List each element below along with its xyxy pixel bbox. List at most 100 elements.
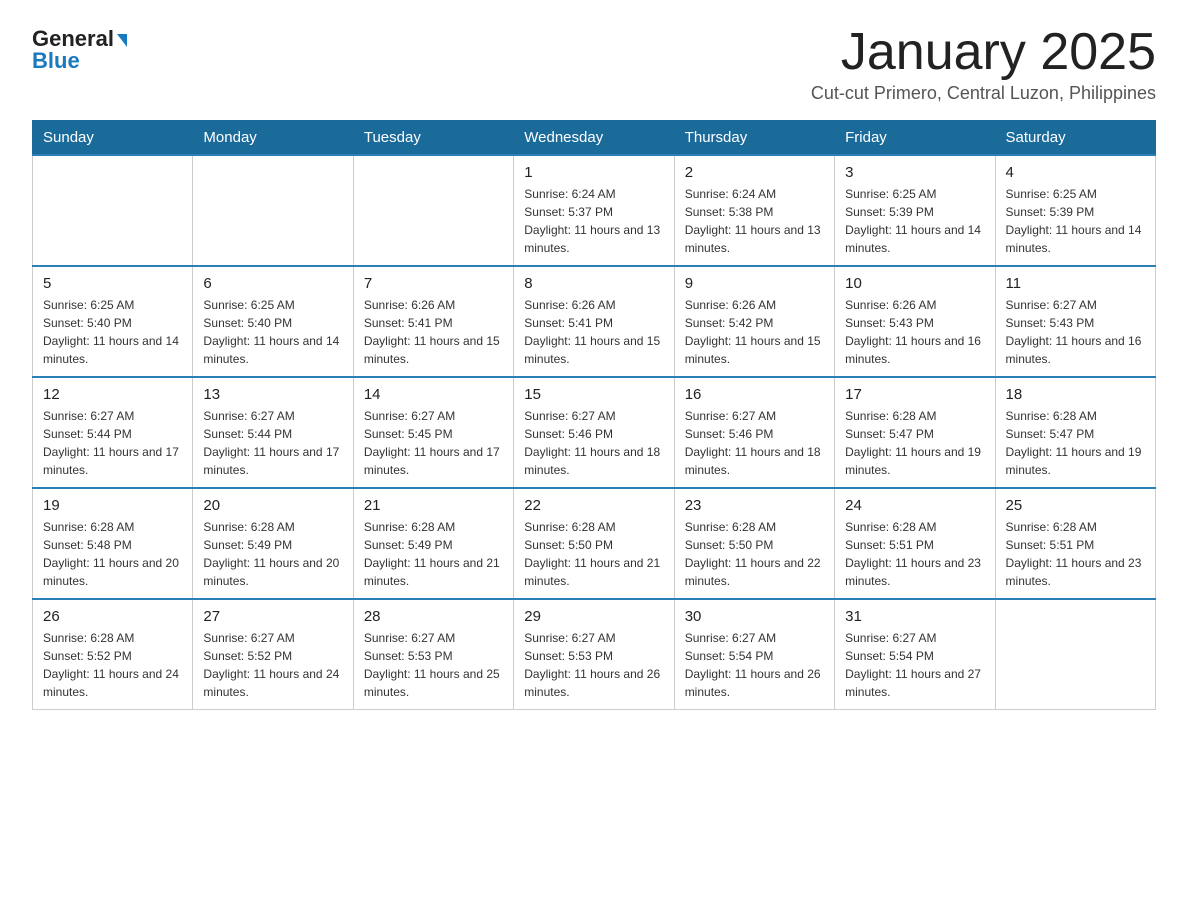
calendar-week-row: 12 Sunrise: 6:27 AMSunset: 5:44 PMDayligh… (33, 377, 1156, 488)
calendar-cell: 24Sunrise: 6:28 AMSunset: 5:51 PMDayligh… (835, 488, 995, 599)
day-info: Sunrise: 6:28 AMSunset: 5:50 PMDaylight:… (524, 518, 663, 590)
calendar-cell: 4 Sunrise: 6:25 AMSunset: 5:39 PMDaylight… (995, 155, 1155, 266)
day-info: Sunrise: 6:25 AMSunset: 5:40 PMDaylight:… (203, 296, 342, 368)
day-number: 18 (1006, 386, 1145, 403)
calendar-cell: 29 Sunrise: 6:27 AMSunset: 5:53 PMDayligh… (514, 599, 674, 710)
day-number: 12 (43, 386, 182, 403)
calendar-cell: 30 Sunrise: 6:27 AMSunset: 5:54 PMDayligh… (674, 599, 834, 710)
calendar-cell: 26Sunrise: 6:28 AMSunset: 5:52 PMDayligh… (33, 599, 193, 710)
calendar-cell: 5 Sunrise: 6:25 AMSunset: 5:40 PMDaylight… (33, 266, 193, 377)
calendar-week-row: 1 Sunrise: 6:24 AMSunset: 5:37 PMDaylight… (33, 155, 1156, 266)
calendar-week-row: 26Sunrise: 6:28 AMSunset: 5:52 PMDayligh… (33, 599, 1156, 710)
day-info: Sunrise: 6:24 AMSunset: 5:38 PMDaylight:… (685, 185, 824, 257)
day-number: 22 (524, 497, 663, 514)
calendar-cell: 31 Sunrise: 6:27 AMSunset: 5:54 PMDayligh… (835, 599, 995, 710)
day-info: Sunrise: 6:27 AMSunset: 5:46 PMDaylight:… (685, 407, 824, 479)
logo-general-text: General (32, 28, 114, 50)
day-number: 28 (364, 608, 503, 625)
day-info: Sunrise: 6:27 AMSunset: 5:54 PMDaylight:… (845, 629, 984, 701)
logo: General Blue (32, 28, 127, 72)
day-info: Sunrise: 6:28 AMSunset: 5:49 PMDaylight:… (203, 518, 342, 590)
day-info: Sunrise: 6:28 AMSunset: 5:48 PMDaylight:… (43, 518, 182, 590)
calendar-cell: 20 Sunrise: 6:28 AMSunset: 5:49 PMDayligh… (193, 488, 353, 599)
calendar-cell: 1 Sunrise: 6:24 AMSunset: 5:37 PMDaylight… (514, 155, 674, 266)
day-info: Sunrise: 6:27 AMSunset: 5:46 PMDaylight:… (524, 407, 663, 479)
day-info: Sunrise: 6:28 AMSunset: 5:52 PMDaylight:… (43, 629, 182, 701)
calendar-cell: 2 Sunrise: 6:24 AMSunset: 5:38 PMDaylight… (674, 155, 834, 266)
day-info: Sunrise: 6:26 AMSunset: 5:41 PMDaylight:… (364, 296, 503, 368)
day-number: 17 (845, 386, 984, 403)
logo-arrow-icon (117, 34, 127, 47)
title-section: January 2025 Cut-cut Primero, Central Lu… (811, 24, 1156, 104)
day-info: Sunrise: 6:28 AMSunset: 5:47 PMDaylight:… (1006, 407, 1145, 479)
day-info: Sunrise: 6:25 AMSunset: 5:39 PMDaylight:… (1006, 185, 1145, 257)
day-info: Sunrise: 6:27 AMSunset: 5:44 PMDaylight:… (43, 407, 182, 479)
month-title: January 2025 (811, 24, 1156, 81)
day-info: Sunrise: 6:28 AMSunset: 5:49 PMDaylight:… (364, 518, 503, 590)
calendar-day-header: Wednesday (514, 121, 674, 156)
day-info: Sunrise: 6:26 AMSunset: 5:42 PMDaylight:… (685, 296, 824, 368)
calendar-cell: 11Sunrise: 6:27 AMSunset: 5:43 PMDayligh… (995, 266, 1155, 377)
calendar-cell: 25 Sunrise: 6:28 AMSunset: 5:51 PMDayligh… (995, 488, 1155, 599)
calendar-cell: 6 Sunrise: 6:25 AMSunset: 5:40 PMDaylight… (193, 266, 353, 377)
calendar-week-row: 5 Sunrise: 6:25 AMSunset: 5:40 PMDaylight… (33, 266, 1156, 377)
day-number: 13 (203, 386, 342, 403)
calendar-cell (193, 155, 353, 266)
day-number: 27 (203, 608, 342, 625)
day-number: 16 (685, 386, 824, 403)
calendar-cell (353, 155, 513, 266)
day-number: 31 (845, 608, 984, 625)
day-info: Sunrise: 6:25 AMSunset: 5:40 PMDaylight:… (43, 296, 182, 368)
calendar-day-header: Friday (835, 121, 995, 156)
calendar-cell: 22 Sunrise: 6:28 AMSunset: 5:50 PMDayligh… (514, 488, 674, 599)
day-number: 29 (524, 608, 663, 625)
day-number: 2 (685, 164, 824, 181)
day-number: 4 (1006, 164, 1145, 181)
day-number: 1 (524, 164, 663, 181)
calendar-cell: 28Sunrise: 6:27 AMSunset: 5:53 PMDayligh… (353, 599, 513, 710)
calendar-cell: 21Sunrise: 6:28 AMSunset: 5:49 PMDayligh… (353, 488, 513, 599)
day-info: Sunrise: 6:28 AMSunset: 5:51 PMDaylight:… (845, 518, 984, 590)
day-info: Sunrise: 6:28 AMSunset: 5:51 PMDaylight:… (1006, 518, 1145, 590)
day-info: Sunrise: 6:27 AMSunset: 5:45 PMDaylight:… (364, 407, 503, 479)
day-info: Sunrise: 6:28 AMSunset: 5:50 PMDaylight:… (685, 518, 824, 590)
calendar-cell: 27 Sunrise: 6:27 AMSunset: 5:52 PMDayligh… (193, 599, 353, 710)
calendar-day-header: Thursday (674, 121, 834, 156)
day-number: 14 (364, 386, 503, 403)
calendar-cell: 16 Sunrise: 6:27 AMSunset: 5:46 PMDayligh… (674, 377, 834, 488)
day-info: Sunrise: 6:27 AMSunset: 5:54 PMDaylight:… (685, 629, 824, 701)
day-number: 15 (524, 386, 663, 403)
calendar-cell (995, 599, 1155, 710)
day-info: Sunrise: 6:27 AMSunset: 5:53 PMDaylight:… (524, 629, 663, 701)
calendar-cell: 9 Sunrise: 6:26 AMSunset: 5:42 PMDaylight… (674, 266, 834, 377)
calendar-week-row: 19Sunrise: 6:28 AMSunset: 5:48 PMDayligh… (33, 488, 1156, 599)
day-number: 3 (845, 164, 984, 181)
calendar-day-header: Sunday (33, 121, 193, 156)
day-info: Sunrise: 6:27 AMSunset: 5:52 PMDaylight:… (203, 629, 342, 701)
day-number: 25 (1006, 497, 1145, 514)
calendar-cell: 13 Sunrise: 6:27 AMSunset: 5:44 PMDayligh… (193, 377, 353, 488)
day-number: 10 (845, 275, 984, 292)
day-info: Sunrise: 6:26 AMSunset: 5:41 PMDaylight:… (524, 296, 663, 368)
day-info: Sunrise: 6:27 AMSunset: 5:44 PMDaylight:… (203, 407, 342, 479)
calendar-cell: 10 Sunrise: 6:26 AMSunset: 5:43 PMDayligh… (835, 266, 995, 377)
calendar-cell: 3 Sunrise: 6:25 AMSunset: 5:39 PMDaylight… (835, 155, 995, 266)
day-number: 23 (685, 497, 824, 514)
calendar-cell: 19Sunrise: 6:28 AMSunset: 5:48 PMDayligh… (33, 488, 193, 599)
day-number: 5 (43, 275, 182, 292)
page-header: General Blue January 2025 Cut-cut Primer… (32, 24, 1156, 104)
day-info: Sunrise: 6:25 AMSunset: 5:39 PMDaylight:… (845, 185, 984, 257)
day-number: 9 (685, 275, 824, 292)
calendar-cell: 8Sunrise: 6:26 AMSunset: 5:41 PMDaylight… (514, 266, 674, 377)
day-info: Sunrise: 6:24 AMSunset: 5:37 PMDaylight:… (524, 185, 663, 257)
location-subtitle: Cut-cut Primero, Central Luzon, Philippi… (811, 83, 1156, 104)
calendar-header-row: SundayMondayTuesdayWednesdayThursdayFrid… (33, 121, 1156, 156)
calendar-day-header: Tuesday (353, 121, 513, 156)
calendar-cell: 23 Sunrise: 6:28 AMSunset: 5:50 PMDayligh… (674, 488, 834, 599)
day-number: 20 (203, 497, 342, 514)
calendar-table: SundayMondayTuesdayWednesdayThursdayFrid… (32, 120, 1156, 710)
day-number: 6 (203, 275, 342, 292)
day-info: Sunrise: 6:27 AMSunset: 5:43 PMDaylight:… (1006, 296, 1145, 368)
day-info: Sunrise: 6:26 AMSunset: 5:43 PMDaylight:… (845, 296, 984, 368)
day-number: 30 (685, 608, 824, 625)
